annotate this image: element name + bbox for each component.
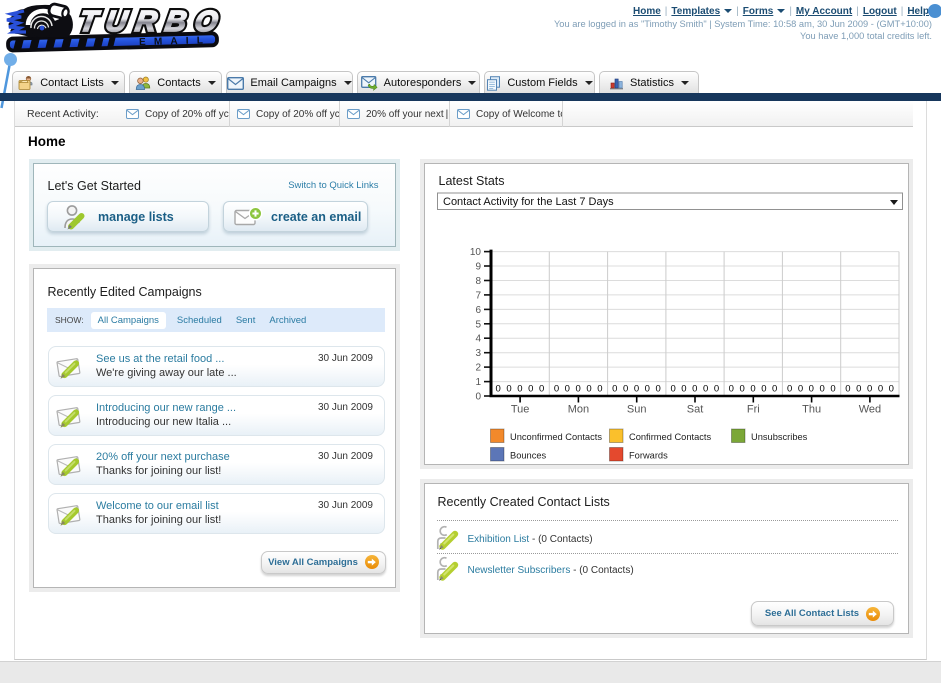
svg-text:Tue: Tue xyxy=(510,404,529,416)
svg-text:0: 0 xyxy=(495,384,500,395)
svg-text:Unconfirmed Contacts: Unconfirmed Contacts xyxy=(510,432,602,442)
svg-text:0: 0 xyxy=(517,384,522,395)
svg-text:0: 0 xyxy=(797,384,802,395)
svg-text:0: 0 xyxy=(692,384,697,395)
svg-text:0: 0 xyxy=(564,384,569,395)
svg-text:3: 3 xyxy=(475,348,481,359)
svg-text:0: 0 xyxy=(845,384,850,395)
svg-text:4: 4 xyxy=(475,334,481,345)
svg-text:Sun: Sun xyxy=(626,404,646,416)
svg-text:0: 0 xyxy=(866,384,871,395)
svg-text:0: 0 xyxy=(681,384,686,395)
svg-text:TURBO: TURBO xyxy=(77,6,220,38)
svg-text:2: 2 xyxy=(475,363,481,374)
svg-text:0: 0 xyxy=(538,384,543,395)
svg-text:8: 8 xyxy=(475,276,481,287)
svg-text:0: 0 xyxy=(702,384,707,395)
svg-text:0: 0 xyxy=(475,392,481,403)
svg-text:Thu: Thu xyxy=(802,404,821,416)
svg-text:0: 0 xyxy=(622,384,627,395)
svg-text:0: 0 xyxy=(597,384,602,395)
svg-text:Latest Stats: Latest Stats xyxy=(438,174,504,188)
svg-text:Wed: Wed xyxy=(858,404,880,416)
svg-text:0: 0 xyxy=(761,384,766,395)
svg-text:0: 0 xyxy=(506,384,511,395)
svg-text:Bounces: Bounces xyxy=(510,451,547,461)
svg-text:6: 6 xyxy=(475,305,481,316)
svg-text:0: 0 xyxy=(575,384,580,395)
svg-text:0: 0 xyxy=(786,384,791,395)
svg-text:0: 0 xyxy=(655,384,660,395)
svg-text:0: 0 xyxy=(772,384,777,395)
svg-text:0: 0 xyxy=(888,384,893,395)
svg-text:0: 0 xyxy=(553,384,558,395)
svg-text:Confirmed Contacts: Confirmed Contacts xyxy=(629,432,712,442)
svg-text:0: 0 xyxy=(856,384,861,395)
svg-text:Sat: Sat xyxy=(686,404,703,416)
svg-text:0: 0 xyxy=(612,384,617,395)
svg-text:0: 0 xyxy=(728,384,733,395)
svg-text:0: 0 xyxy=(644,384,649,395)
svg-text:Forwards: Forwards xyxy=(629,451,668,461)
svg-text:0: 0 xyxy=(670,384,675,395)
svg-text:0: 0 xyxy=(808,384,813,395)
svg-text:0: 0 xyxy=(633,384,638,395)
svg-text:Contact Activity for the Last: Contact Activity for the Last 7 Days xyxy=(443,196,614,208)
svg-text:10: 10 xyxy=(469,247,481,258)
svg-text:Unsubscribes: Unsubscribes xyxy=(751,432,808,442)
svg-text:1: 1 xyxy=(475,377,481,388)
svg-text:0: 0 xyxy=(877,384,882,395)
svg-text:0: 0 xyxy=(528,384,533,395)
svg-text:0: 0 xyxy=(713,384,718,395)
svg-text:0: 0 xyxy=(586,384,591,395)
svg-text:0: 0 xyxy=(750,384,755,395)
svg-text:7: 7 xyxy=(475,290,481,301)
svg-text:0: 0 xyxy=(739,384,744,395)
svg-text:Mon: Mon xyxy=(567,404,588,416)
svg-text:0: 0 xyxy=(819,384,824,395)
svg-text:5: 5 xyxy=(475,319,481,330)
svg-text:9: 9 xyxy=(475,262,481,273)
svg-text:Fri: Fri xyxy=(746,404,759,416)
svg-text:0: 0 xyxy=(830,384,835,395)
